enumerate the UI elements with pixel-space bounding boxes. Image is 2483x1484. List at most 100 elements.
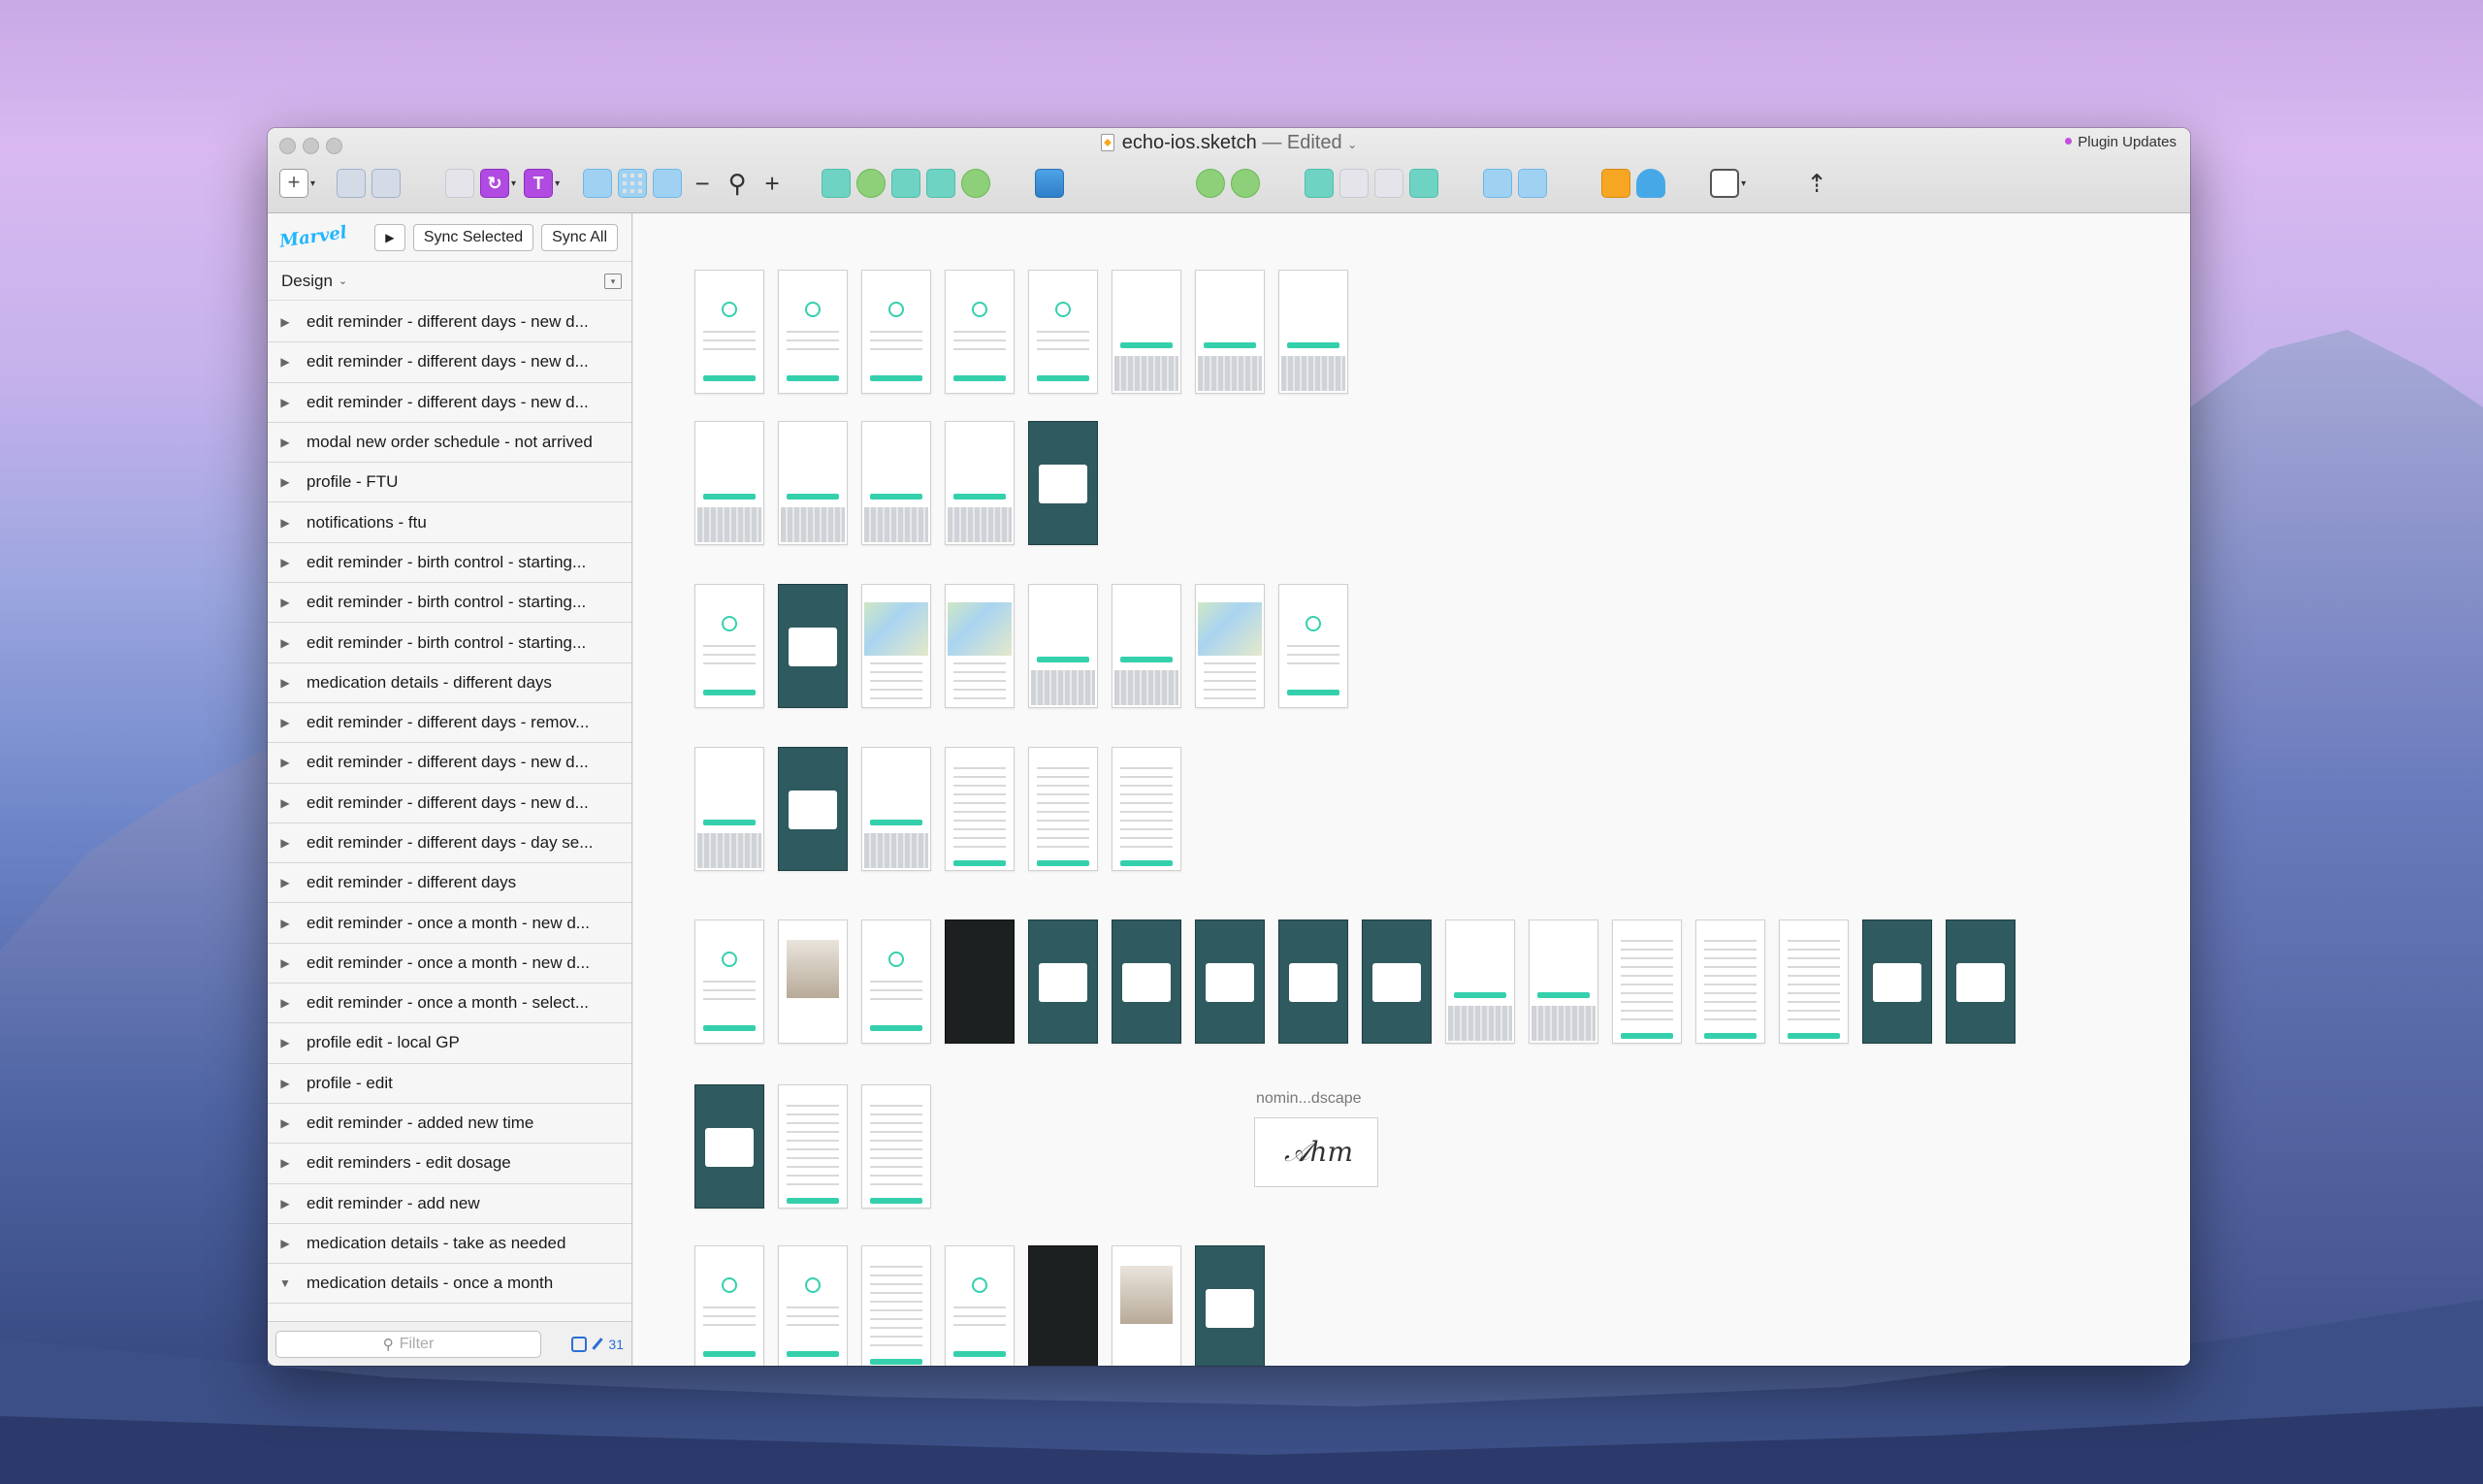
artboard-list-item[interactable]: ▶ edit reminder - birth control - startin… — [268, 623, 631, 663]
disclosure-closed-icon[interactable]: ▶ — [274, 1077, 297, 1090]
disclosure-closed-icon[interactable]: ▶ — [274, 436, 297, 449]
scissors-icon[interactable] — [822, 169, 852, 198]
artboard-list-item[interactable]: ▶ edit reminder - added new time — [268, 1103, 631, 1145]
artboard-list-item[interactable]: ▶ profile - FTU — [268, 463, 631, 503]
move-up-icon[interactable] — [1483, 169, 1513, 198]
artboard-thumbnail[interactable] — [694, 421, 764, 545]
disclosure-closed-icon[interactable]: ▶ — [274, 315, 297, 329]
artboard-thumbnail[interactable] — [694, 1084, 764, 1209]
artboard-thumbnail[interactable] — [945, 270, 1015, 394]
plugin-updates-link[interactable]: Plugin Updates — [2065, 134, 2177, 150]
upload-cloud-icon[interactable] — [1636, 169, 1666, 198]
artboard-thumbnail[interactable] — [1529, 919, 1598, 1044]
design-canvas[interactable]: nomin...dscape 𝒜hm — [633, 213, 2190, 1366]
disclosure-closed-icon[interactable]: ▶ — [274, 1237, 297, 1250]
collapse-icon[interactable]: ▾ — [604, 274, 622, 289]
artboard-thumbnail[interactable] — [778, 1084, 848, 1209]
artboard-thumbnail[interactable] — [1195, 270, 1265, 394]
group-icon[interactable] — [337, 169, 367, 198]
artboard-thumbnail[interactable] — [861, 1245, 931, 1366]
artboard-thumbnail[interactable] — [1695, 919, 1765, 1044]
artboard-list-item[interactable]: ▶ modal new order schedule - not arrived — [268, 422, 631, 464]
disclosure-closed-icon[interactable]: ▶ — [274, 1197, 297, 1210]
sketch-cloud-icon[interactable] — [1601, 169, 1631, 198]
artboard-thumbnail[interactable] — [1028, 1245, 1098, 1366]
artboard-list-item[interactable]: ▶ edit reminder - once a month - select..… — [268, 984, 631, 1024]
artboard-list-item[interactable]: ▼ medication details - once a month — [268, 1264, 631, 1305]
zoom-icon[interactable]: ⚲ — [723, 169, 752, 198]
artboard-list-item[interactable]: ▶ edit reminder - different days - new d.… — [268, 303, 631, 343]
signature-artboard[interactable]: 𝒜hm — [1254, 1117, 1378, 1187]
disclosure-closed-icon[interactable]: ▶ — [274, 636, 297, 650]
columns-icon[interactable] — [653, 169, 683, 198]
filter-input[interactable]: ⚲ Filter — [275, 1330, 541, 1358]
export-icon[interactable]: ⇡ — [1802, 169, 1831, 198]
artboard-thumbnail[interactable] — [694, 584, 764, 708]
disclosure-closed-icon[interactable]: ▶ — [274, 1036, 297, 1049]
artboard-thumbnail[interactable] — [861, 919, 931, 1044]
subtract-icon[interactable] — [1231, 169, 1261, 198]
forward-icon[interactable] — [1374, 169, 1404, 198]
window-title[interactable]: echo-ios.sketch — Edited ⌄ — [268, 132, 2190, 154]
zoom-in-icon[interactable]: + — [758, 169, 787, 198]
disclosure-closed-icon[interactable]: ▶ — [274, 1156, 297, 1170]
disclosure-closed-icon[interactable]: ▶ — [274, 396, 297, 409]
artboard-thumbnail[interactable] — [778, 421, 848, 545]
artboard-list-item[interactable]: ▶ edit reminder - different days - remov.… — [268, 702, 631, 744]
text-style-icon[interactable]: T — [524, 169, 554, 198]
artboard-thumbnail[interactable] — [1112, 270, 1181, 394]
page-selector[interactable]: Design ⌄ ▾ — [268, 262, 631, 301]
artboard-thumbnail[interactable] — [1028, 421, 1098, 545]
disclosure-closed-icon[interactable]: ▶ — [274, 556, 297, 569]
flatten-icon[interactable] — [961, 169, 991, 198]
image-icon[interactable] — [1035, 169, 1065, 198]
rotate-icon[interactable] — [926, 169, 956, 198]
artboard-thumbnail[interactable] — [1278, 584, 1348, 708]
artboard-list-item[interactable]: ▶ edit reminder - different days - new d.… — [268, 382, 631, 423]
backward-icon[interactable] — [1409, 169, 1439, 198]
artboard-list-item[interactable]: ▶ edit reminders - edit dosage — [268, 1144, 631, 1184]
artboard-thumbnail[interactable] — [1779, 919, 1849, 1044]
ungroup-icon[interactable] — [371, 169, 402, 198]
artboard-thumbnail[interactable] — [1278, 270, 1348, 394]
artboard-thumbnail[interactable] — [945, 584, 1015, 708]
artboard-list-item[interactable]: ▶ profile edit - local GP — [268, 1023, 631, 1064]
artboard-list-item[interactable]: ▶ profile - edit — [268, 1063, 631, 1104]
disclosure-closed-icon[interactable]: ▶ — [274, 355, 297, 369]
artboard-list-item[interactable]: ▶ edit reminder - different days - new d.… — [268, 342, 631, 383]
disclosure-closed-icon[interactable]: ▶ — [274, 756, 297, 769]
artboard-list-item[interactable]: ▶ medication details - take as needed — [268, 1223, 631, 1265]
disclosure-open-icon[interactable]: ▼ — [274, 1276, 297, 1290]
artboard-thumbnail[interactable] — [945, 421, 1015, 545]
artboard-thumbnail[interactable] — [778, 919, 848, 1044]
artboard-thumbnail[interactable] — [1195, 919, 1265, 1044]
disclosure-closed-icon[interactable]: ▶ — [274, 836, 297, 850]
sync-all-button[interactable]: Sync All — [541, 223, 619, 251]
mask-icon[interactable] — [856, 169, 887, 198]
difference-icon[interactable] — [1339, 169, 1370, 198]
artboard-thumbnail[interactable] — [1612, 919, 1682, 1044]
artboard-thumbnail[interactable] — [861, 270, 931, 394]
artboard-thumbnail[interactable] — [1362, 919, 1432, 1044]
artboard-thumbnail[interactable] — [1946, 919, 2015, 1044]
artboard-thumbnail[interactable] — [1862, 919, 1932, 1044]
disclosure-closed-icon[interactable]: ▶ — [274, 996, 297, 1010]
artboard-thumbnail[interactable] — [861, 747, 931, 871]
artboard-thumbnail[interactable] — [861, 1084, 931, 1209]
disclosure-closed-icon[interactable]: ▶ — [274, 676, 297, 690]
play-button[interactable]: ▶ — [373, 223, 405, 251]
artboard-thumbnail[interactable] — [945, 747, 1015, 871]
artboard-thumbnail[interactable] — [1028, 747, 1098, 871]
artboard-list-item[interactable]: ▶ edit reminder - different days — [268, 863, 631, 904]
artboard-thumbnail[interactable] — [778, 747, 848, 871]
artboard-thumbnail[interactable] — [1445, 919, 1515, 1044]
disclosure-closed-icon[interactable]: ▶ — [274, 796, 297, 810]
disclosure-closed-icon[interactable]: ▶ — [274, 956, 297, 970]
move-down-icon[interactable] — [1518, 169, 1548, 198]
artboard-list-item[interactable]: ▶ edit reminder - different days - new d.… — [268, 783, 631, 823]
symbol-icon[interactable] — [445, 169, 475, 198]
create-symbol-icon[interactable]: ↻ — [480, 169, 510, 198]
artboard-thumbnail[interactable] — [1195, 1245, 1265, 1366]
grid-icon[interactable] — [583, 169, 613, 198]
artboard-list-item[interactable]: ▶ edit reminder - add new — [268, 1183, 631, 1224]
